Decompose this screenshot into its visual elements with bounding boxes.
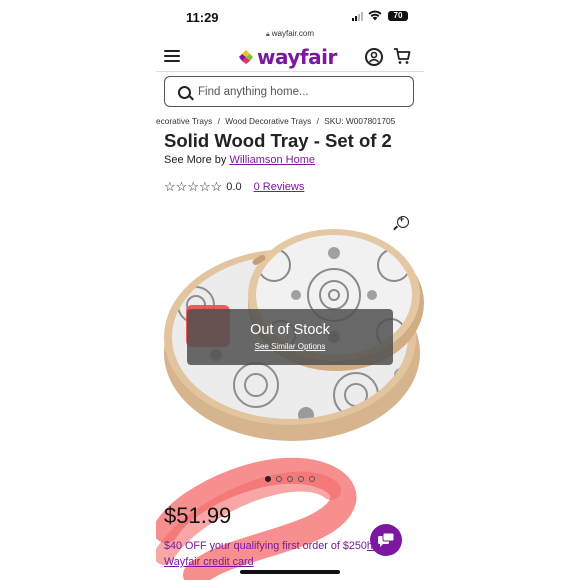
reviews-link[interactable]: 0 Reviews [254,181,305,193]
status-time: 11:29 [186,10,219,25]
product-title: Solid Wood Tray - Set of 2 [164,130,392,151]
cart-icon[interactable] [393,47,411,65]
breadcrumb-separator: / [217,116,220,126]
battery-indicator: 70 [388,11,408,21]
site-header: wayfair [156,43,424,72]
home-indicator [240,570,340,574]
wayfair-logo[interactable]: wayfair [238,45,337,69]
breadcrumb: ecorative Trays / Wood Decorative Trays … [156,116,424,126]
star-icon: ☆ [198,179,211,194]
search-icon [178,86,191,99]
star-icon: ☆ [175,179,188,194]
logo-text: wayfair [257,45,337,69]
out-of-stock-overlay: Out of Stock See Similar Options [187,309,393,365]
search-bar[interactable]: Find anything home... [164,76,414,107]
rating-value: 0.0 [226,181,242,193]
carousel-dot[interactable] [309,476,315,482]
status-bar: 11:29 70 [156,0,424,30]
star-icon: ☆ [187,179,199,194]
see-more-prefix: See More by [164,154,227,166]
chat-button[interactable] [370,524,402,556]
carousel-dots [265,476,315,482]
star-icon: ☆ [210,179,223,194]
credit-card-link[interactable]: Wayfair credit card [164,556,254,568]
carousel-dot[interactable] [265,476,271,482]
search-input[interactable]: Find anything home... [198,86,309,98]
brand-link[interactable]: Williamson Home [229,154,315,166]
promo-text: $40 OFF your qualifying first order of $… [164,540,367,552]
account-icon[interactable] [365,48,383,66]
carousel-dot[interactable] [287,476,293,482]
logo-mark-icon [239,50,253,64]
chat-icon [378,533,394,547]
see-similar-link[interactable]: See Similar Options [187,342,393,351]
url-text: wayfair.com [271,29,314,38]
phone-screen: 11:29 70 🔒︎ wayfair.com wayfair Find any… [156,0,424,580]
see-more-line: See More by Williamson Home [164,154,315,166]
breadcrumb-item[interactable]: Wood Decorative Trays [225,116,311,126]
carousel-dot[interactable] [276,476,282,482]
rating-row: ☆ ☆ ☆ ☆ ☆ 0.0 0 Reviews [164,179,304,195]
carousel-dot[interactable] [298,476,304,482]
product-price: $51.99 [164,503,232,528]
sku-label: SKU: W007801705 [324,116,396,126]
wifi-icon [368,10,382,21]
url-bar[interactable]: 🔒︎ wayfair.com [156,29,424,39]
menu-icon[interactable] [164,50,180,63]
lock-icon: 🔒︎ [266,31,270,38]
breadcrumb-separator: / [316,116,319,126]
out-of-stock-label: Out of Stock [250,322,330,338]
signal-icon [352,12,363,21]
breadcrumb-item[interactable]: ecorative Trays [156,116,212,126]
star-icon: ☆ [164,179,176,194]
